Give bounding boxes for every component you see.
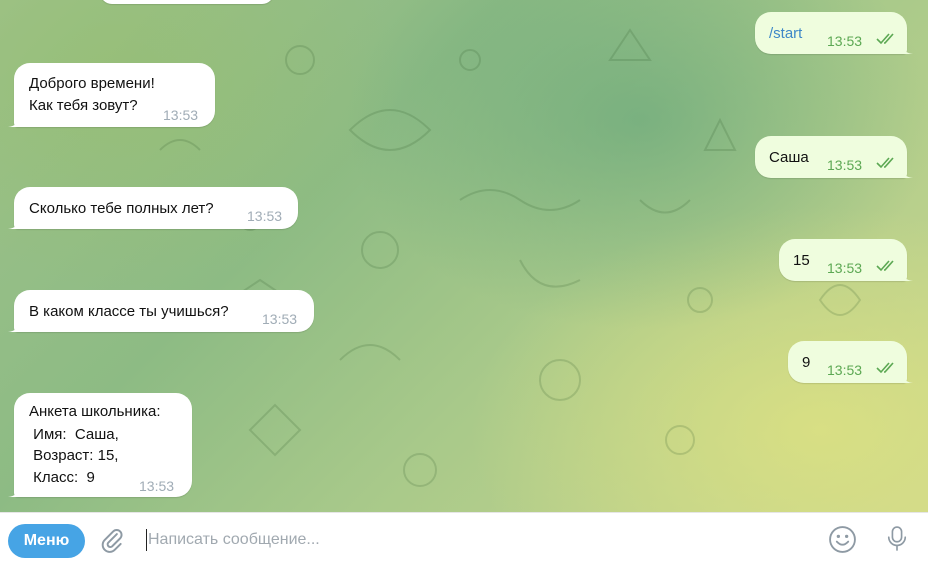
message-bubble-outgoing[interactable]: Саша 13:53 (755, 136, 913, 178)
double-check-icon (876, 157, 894, 169)
message-bubble-incoming[interactable]: Доброго времени! Как тебя зовут? 13:53 (8, 63, 215, 127)
message-text-line: Класс: 9 (29, 469, 95, 486)
message-time: 13:53 (827, 157, 863, 173)
message-bubble-incoming[interactable]: В каком классе ты учишься? 13:53 (8, 290, 314, 332)
double-check-icon (876, 260, 894, 272)
message-text[interactable]: /start (769, 23, 802, 45)
bubble-tail (901, 44, 913, 54)
message-time: 13:53 (247, 208, 283, 224)
message-input[interactable] (148, 527, 808, 553)
double-check-icon (876, 362, 894, 374)
message-time: 13:53 (827, 33, 863, 49)
message-text-line: Как тебя зовут? (29, 97, 138, 114)
message-time: 13:53 (139, 478, 175, 494)
message-text: Сколько тебе полных лет? (29, 200, 214, 217)
bubble-tail (8, 487, 20, 497)
bubble-tail (901, 373, 913, 383)
message-bubble-incoming[interactable]: Анкета школьника: Имя: Саша, Возраст: 15… (8, 393, 192, 497)
text-caret (146, 529, 147, 551)
bubble-tail (901, 168, 913, 178)
message-text: В каком классе ты учишься? (29, 303, 229, 320)
message-text: Саша (769, 149, 809, 166)
message-text: 15 (793, 252, 810, 269)
message-time: 13:53 (163, 107, 199, 123)
bubble-tail (8, 219, 20, 229)
message-text-line: Анкета школьника: (29, 403, 161, 420)
double-check-icon (876, 33, 894, 45)
bubble-tail (8, 322, 20, 332)
message-time: 13:53 (262, 311, 298, 327)
message-bubble-partial (100, 0, 274, 4)
message-composer: Меню (0, 512, 928, 563)
message-text-line: Доброго времени! (29, 75, 155, 92)
menu-button[interactable]: Меню (8, 524, 85, 558)
message-bubble-outgoing[interactable]: 15 13:53 (779, 239, 913, 281)
paperclip-icon[interactable] (99, 527, 125, 553)
message-text-line: Возраст: 15, (29, 447, 119, 464)
bubble-tail (901, 271, 913, 281)
message-time: 13:53 (827, 362, 863, 378)
smile-icon[interactable] (828, 525, 857, 554)
microphone-icon[interactable] (886, 524, 908, 554)
message-text-line: Имя: Саша, (29, 426, 119, 443)
message-bubble-outgoing[interactable]: 9 13:53 (788, 341, 913, 383)
bubble-tail (8, 117, 20, 127)
message-time: 13:53 (827, 260, 863, 276)
message-bubble-incoming[interactable]: Сколько тебе полных лет? 13:53 (8, 187, 298, 229)
chat-area: /start 13:53 Доброго времени! Как тебя з… (0, 0, 928, 512)
message-bubble-outgoing[interactable]: /start 13:53 (755, 12, 913, 54)
message-text: 9 (802, 354, 811, 371)
